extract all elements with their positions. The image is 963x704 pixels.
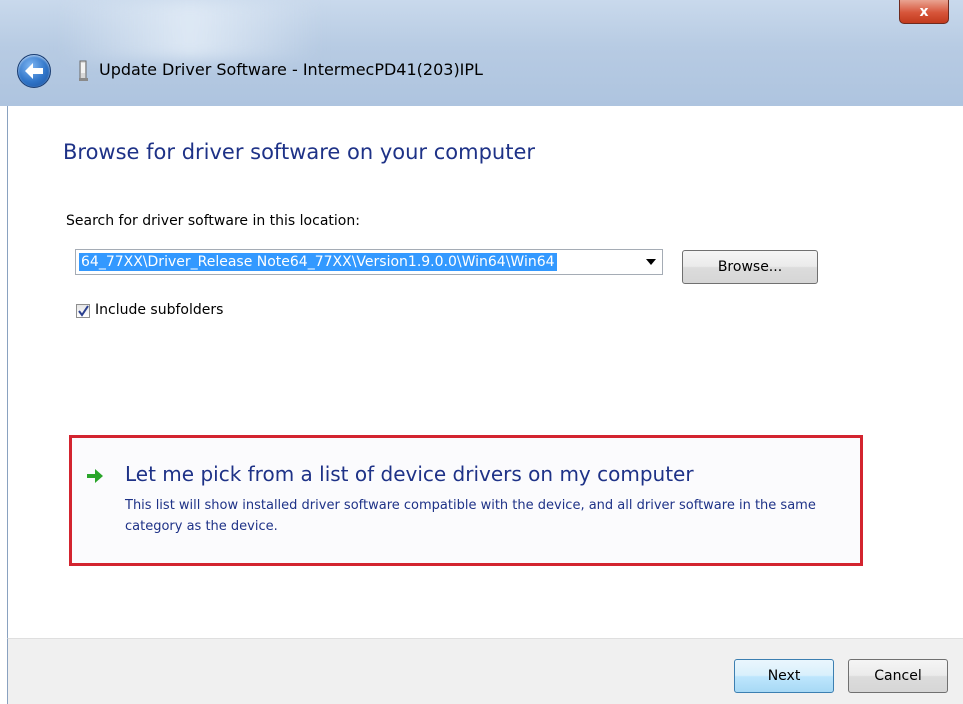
cancel-button[interactable]: Cancel	[848, 659, 948, 693]
checkmark-icon	[78, 305, 89, 317]
search-path-combobox[interactable]: 64_77XX\Driver_Release Note64_77XX\Versi…	[75, 249, 663, 275]
search-path-input[interactable]: 64_77XX\Driver_Release Note64_77XX\Versi…	[79, 253, 557, 271]
pick-from-list-title[interactable]: Let me pick from a list of device driver…	[125, 462, 694, 486]
back-arrow-icon	[25, 63, 43, 79]
close-button[interactable]: x	[899, 0, 949, 24]
include-subfolders-label[interactable]: Include subfolders	[95, 302, 223, 318]
device-icon	[79, 60, 88, 81]
include-subfolders-checkbox[interactable]	[76, 304, 90, 318]
pick-from-list-description: This list will show installed driver sof…	[125, 498, 816, 534]
browse-button[interactable]: Browse...	[682, 250, 818, 284]
title-bar	[0, 0, 963, 106]
next-button[interactable]: Next	[734, 659, 834, 693]
pick-from-list-option[interactable]: Let me pick from a list of device driver…	[69, 435, 863, 566]
window-title: Update Driver Software - IntermecPD41(20…	[99, 60, 483, 79]
back-button[interactable]	[17, 54, 51, 88]
page-title: Browse for driver software on your compu…	[63, 140, 536, 164]
green-arrow-icon	[87, 469, 103, 483]
search-location-label: Search for driver software in this locat…	[66, 213, 360, 229]
chevron-down-icon[interactable]	[646, 259, 656, 265]
